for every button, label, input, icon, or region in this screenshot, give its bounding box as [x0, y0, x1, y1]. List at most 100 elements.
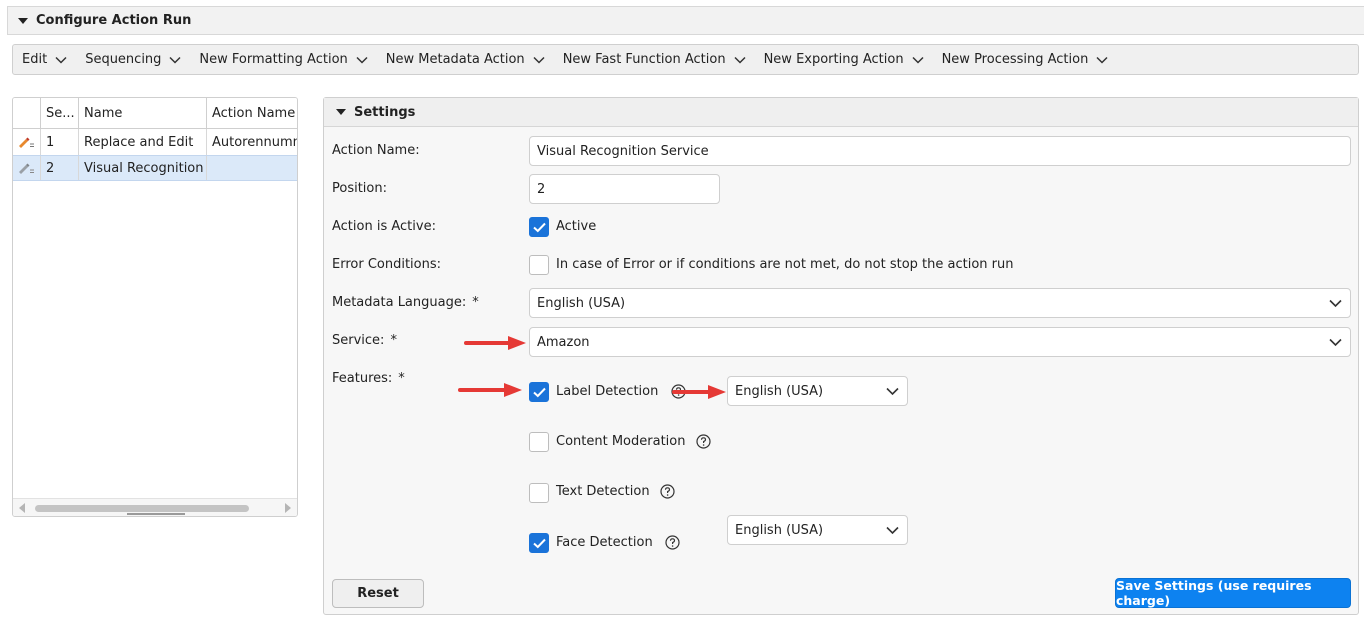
- toolbar-new-metadata-action-menu[interactable]: New Metadata Action: [377, 45, 554, 74]
- settings-title: Settings: [354, 104, 416, 120]
- pencil-edit-icon: [19, 163, 34, 174]
- column-header-name[interactable]: Name: [78, 98, 206, 128]
- metadata-language-label-text: Metadata Language:: [332, 295, 467, 310]
- toolbar-new-exporting-action-menu[interactable]: New Exporting Action: [755, 45, 933, 74]
- text-detection-checkbox[interactable]: [529, 483, 549, 503]
- grid-header: Se... Name Action Name: [13, 98, 297, 129]
- pencil-edit-icon: [19, 137, 34, 148]
- position-input[interactable]: 2: [529, 174, 720, 204]
- content-moderation-checkbox[interactable]: [529, 432, 549, 452]
- service-value: Amazon: [537, 334, 590, 350]
- chevron-down-icon: [169, 56, 181, 64]
- toolbar-new-processing-action-menu[interactable]: New Processing Action: [933, 45, 1118, 74]
- position-label: Position:: [332, 181, 387, 196]
- face-detection-text: Face Detection: [556, 535, 653, 550]
- toolbar-new-fast-function-action-menu[interactable]: New Fast Function Action: [554, 45, 755, 74]
- red-arrow-icon: [464, 336, 526, 350]
- action-name-value: Visual Recognition Service: [537, 143, 709, 159]
- section-header[interactable]: Configure Action Run: [7, 6, 1364, 35]
- help-question-icon[interactable]: [696, 434, 711, 449]
- checkmark-icon: [533, 538, 546, 549]
- row-seq: 2: [40, 156, 78, 180]
- action-name-input[interactable]: Visual Recognition Service: [529, 136, 1351, 166]
- actions-grid: Se... Name Action Name 1 Replace and Edi…: [12, 97, 298, 517]
- chevron-down-icon: [55, 56, 67, 64]
- label-detection-text: Label Detection: [556, 384, 659, 399]
- text-detection-label: Text Detection: [556, 484, 675, 499]
- help-question-icon[interactable]: [665, 535, 680, 550]
- action-name-label: Action Name:: [332, 143, 420, 158]
- settings-header[interactable]: Settings: [324, 98, 1358, 127]
- service-label-text: Service:: [332, 333, 385, 348]
- metadata-language-select[interactable]: English (USA): [529, 288, 1351, 318]
- toolbar-item-label: New Exporting Action: [763, 52, 904, 67]
- label-detection-label: Label Detection: [556, 384, 686, 399]
- face-detection-label: Face Detection: [556, 535, 680, 550]
- toolbar-item-label: Sequencing: [85, 52, 162, 67]
- scrollbar-thumb[interactable]: [35, 505, 249, 512]
- face-detection-language-select[interactable]: English (USA): [727, 515, 908, 545]
- required-marker: *: [472, 295, 479, 310]
- help-question-icon[interactable]: [660, 484, 675, 499]
- row-action-name: [206, 156, 297, 180]
- table-row-selected[interactable]: 2 Visual Recognition S: [13, 155, 297, 181]
- save-settings-button[interactable]: Save Settings (use requires charge): [1115, 578, 1351, 608]
- reset-button[interactable]: Reset: [332, 579, 424, 608]
- column-header-action-name[interactable]: Action Name: [206, 98, 297, 128]
- active-checkbox-label: Active: [556, 219, 597, 234]
- position-value: 2: [537, 181, 546, 197]
- label-detection-language-select[interactable]: English (USA): [727, 376, 908, 406]
- column-header-label: Se...: [46, 105, 75, 121]
- chevron-down-icon: [1329, 338, 1342, 347]
- toolbar-edit-menu[interactable]: Edit: [13, 45, 76, 74]
- content-moderation-label: Content Moderation: [556, 434, 711, 449]
- collapse-triangle-icon[interactable]: [336, 109, 346, 115]
- toolbar-item-label: New Formatting Action: [199, 52, 348, 67]
- active-checkbox[interactable]: [529, 217, 549, 237]
- error-conditions-checkbox[interactable]: [529, 255, 549, 275]
- toolbar-item-label: Edit: [22, 52, 48, 67]
- required-marker: *: [390, 333, 397, 348]
- features-label: Features: *: [332, 371, 405, 386]
- scroll-right-icon[interactable]: [285, 503, 291, 513]
- metadata-language-value: English (USA): [537, 295, 626, 311]
- table-row[interactable]: 1 Replace and Edit Autorennummer: [13, 129, 297, 155]
- toolbar-item-label: New Fast Function Action: [562, 52, 726, 67]
- scroll-left-icon[interactable]: [19, 503, 25, 513]
- service-select[interactable]: Amazon: [529, 327, 1351, 357]
- checkmark-icon: [533, 387, 546, 398]
- face-detection-checkbox[interactable]: [529, 533, 549, 553]
- row-seq: 1: [40, 129, 78, 155]
- toolbar-new-formatting-action-menu[interactable]: New Formatting Action: [190, 45, 376, 74]
- face-detection-language-value: English (USA): [735, 522, 824, 538]
- chevron-down-icon: [1096, 56, 1108, 64]
- row-icon-cell: [13, 129, 40, 155]
- features-label-text: Features:: [332, 371, 393, 386]
- metadata-language-label: Metadata Language: *: [332, 295, 479, 310]
- row-action-name: Autorennummer: [206, 129, 297, 155]
- section-title: Configure Action Run: [36, 13, 192, 28]
- red-arrow-icon: [458, 383, 522, 397]
- chevron-down-icon: [886, 526, 899, 535]
- label-detection-language-value: English (USA): [735, 383, 824, 399]
- error-conditions-checkbox-label: In case of Error or if conditions are no…: [556, 257, 1014, 272]
- horizontal-scrollbar[interactable]: [13, 498, 297, 516]
- chevron-down-icon: [1329, 299, 1342, 308]
- settings-panel: Settings Action Name: Visual Recognition…: [323, 97, 1359, 615]
- chevron-down-icon: [356, 56, 368, 64]
- label-detection-checkbox[interactable]: [529, 382, 549, 402]
- toolbar-item-label: New Metadata Action: [385, 52, 525, 67]
- content-moderation-text: Content Moderation: [556, 434, 686, 449]
- row-name: Replace and Edit: [78, 129, 206, 155]
- row-name: Visual Recognition S: [78, 156, 206, 180]
- row-icon-cell: [13, 156, 40, 180]
- required-marker: *: [398, 371, 405, 386]
- resize-handle[interactable]: [127, 513, 185, 515]
- checkmark-icon: [533, 222, 546, 233]
- chevron-down-icon: [734, 56, 746, 64]
- chevron-down-icon: [533, 56, 545, 64]
- collapse-triangle-icon[interactable]: [18, 17, 28, 24]
- toolbar-sequencing-menu[interactable]: Sequencing: [76, 45, 190, 74]
- column-header-sequence[interactable]: Se...: [40, 98, 78, 128]
- text-detection-text: Text Detection: [556, 484, 650, 499]
